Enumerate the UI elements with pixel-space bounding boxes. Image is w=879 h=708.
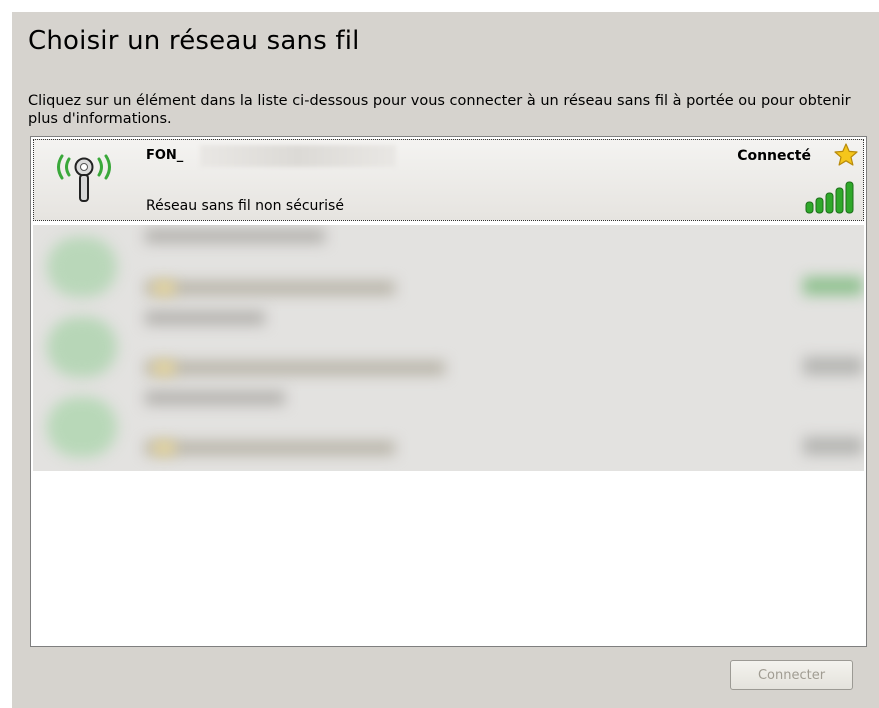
signal-strength-icon [805, 181, 854, 214]
connect-button[interactable]: Connecter [730, 660, 853, 690]
page-title: Choisir un réseau sans fil [28, 26, 360, 56]
network-list[interactable]: FON_ Connecté Réseau sans fil non sécuri… [30, 136, 867, 647]
security-label: Réseau sans fil non sécurisé [146, 198, 344, 214]
network-item-connected[interactable]: FON_ Connecté Réseau sans fil non sécuri… [33, 139, 864, 221]
blurred-network-list [33, 225, 864, 471]
star-icon [834, 143, 858, 166]
instructions-text: Cliquez sur un élément dans la liste ci-… [28, 93, 851, 127]
connection-status: Connecté [737, 148, 811, 164]
ssid-redaction [200, 145, 396, 167]
network-ssid: FON_ [146, 148, 184, 163]
wireless-antenna-icon [57, 154, 111, 202]
